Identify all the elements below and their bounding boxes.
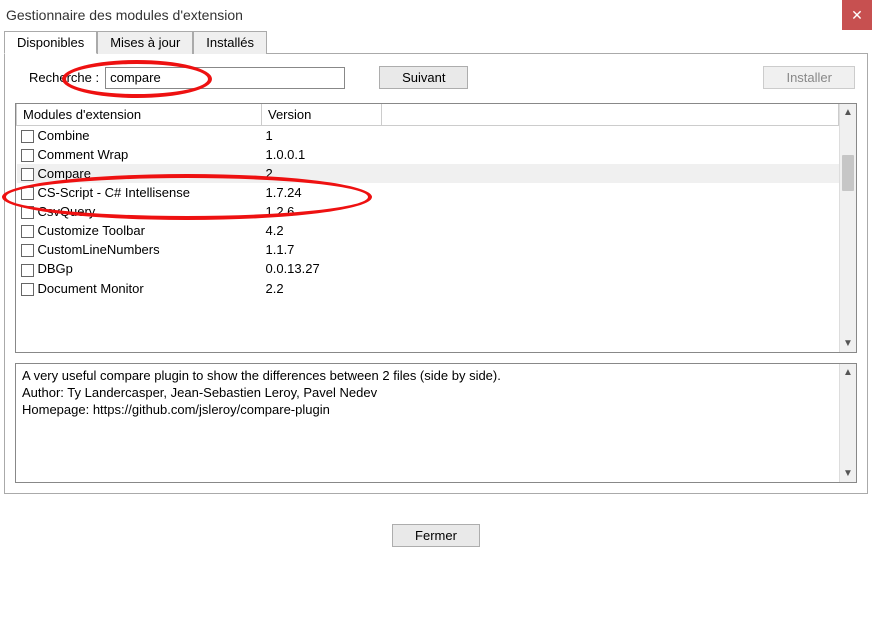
col-header-blank bbox=[382, 104, 839, 126]
tab-installed[interactable]: Installés bbox=[193, 31, 267, 54]
plugin-name: Comment Wrap bbox=[38, 147, 129, 162]
plugin-checkbox[interactable] bbox=[21, 264, 34, 277]
table-row[interactable]: Customize Toolbar 4.2 bbox=[17, 221, 839, 240]
plugin-checkbox[interactable] bbox=[21, 225, 34, 238]
tab-strip: Disponibles Mises à jour Installés bbox=[4, 30, 872, 53]
search-label: Recherche : bbox=[29, 70, 99, 85]
close-icon: ✕ bbox=[851, 7, 863, 24]
plugin-checkbox[interactable] bbox=[21, 283, 34, 296]
plugin-version-cell: 1.7.24 bbox=[262, 183, 382, 202]
plugin-name-cell: DBGp bbox=[17, 259, 262, 278]
table-row[interactable]: CustomLineNumbers 1.1.7 bbox=[17, 240, 839, 259]
table-scrollbar[interactable]: ▲ ▼ bbox=[839, 104, 856, 352]
plugin-name-cell: Comment Wrap bbox=[17, 145, 262, 164]
plugin-name-cell: CS-Script - C# Intellisense bbox=[17, 183, 262, 202]
table-row[interactable]: Combine 1 bbox=[17, 126, 839, 146]
plugin-name-cell: CsvQuery bbox=[17, 202, 262, 221]
table-row[interactable]: Document Monitor 2.2 bbox=[17, 279, 839, 298]
tab-available[interactable]: Disponibles bbox=[4, 31, 97, 54]
plugin-checkbox[interactable] bbox=[21, 168, 34, 181]
col-header-version[interactable]: Version bbox=[262, 104, 382, 126]
titlebar: Gestionnaire des modules d'extension ✕ bbox=[0, 0, 872, 30]
plugin-name: CsvQuery bbox=[38, 204, 96, 219]
scroll-up-icon[interactable]: ▲ bbox=[840, 104, 856, 121]
plugin-version-cell: 1.0.0.1 bbox=[262, 145, 382, 164]
plugin-table-wrap: Modules d'extension Version Combine1Comm… bbox=[15, 103, 857, 353]
table-row[interactable]: Comment Wrap 1.0.0.1 bbox=[17, 145, 839, 164]
desc-scrollbar[interactable]: ▲ ▼ bbox=[839, 364, 856, 482]
plugin-name: Customize Toolbar bbox=[38, 223, 145, 238]
plugin-name-cell: Compare bbox=[17, 164, 262, 183]
search-row: Recherche : Suivant Installer bbox=[15, 66, 857, 89]
plugin-name: Document Monitor bbox=[38, 281, 144, 296]
install-button: Installer bbox=[763, 66, 855, 89]
panel: Recherche : Suivant Installer Modules d'… bbox=[4, 53, 868, 494]
scroll-thumb[interactable] bbox=[842, 155, 854, 191]
plugin-version-cell: 2.2 bbox=[262, 279, 382, 298]
scroll-down-icon[interactable]: ▼ bbox=[840, 335, 856, 352]
plugin-name-cell: Customize Toolbar bbox=[17, 221, 262, 240]
table-row[interactable]: CS-Script - C# Intellisense 1.7.24 bbox=[17, 183, 839, 202]
table-row[interactable]: DBGp 0.0.13.27 bbox=[17, 259, 839, 278]
plugin-name: Compare bbox=[38, 166, 91, 181]
plugin-name: CS-Script - C# Intellisense bbox=[38, 185, 190, 200]
plugin-name: Combine bbox=[38, 128, 90, 143]
window-title: Gestionnaire des modules d'extension bbox=[6, 7, 842, 23]
plugin-checkbox[interactable] bbox=[21, 244, 34, 257]
plugin-table: Modules d'extension Version Combine1Comm… bbox=[16, 104, 839, 298]
next-button[interactable]: Suivant bbox=[379, 66, 468, 89]
plugin-checkbox[interactable] bbox=[21, 187, 34, 200]
close-button[interactable]: ✕ bbox=[842, 0, 872, 30]
col-header-name[interactable]: Modules d'extension bbox=[17, 104, 262, 126]
plugin-name-cell: CustomLineNumbers bbox=[17, 240, 262, 259]
description-box: A very useful compare plugin to show the… bbox=[15, 363, 857, 483]
plugin-name: CustomLineNumbers bbox=[38, 242, 160, 257]
plugin-checkbox[interactable] bbox=[21, 130, 34, 143]
plugin-version-cell: 1 bbox=[262, 126, 382, 146]
footer: Fermer bbox=[0, 524, 872, 547]
plugin-name-cell: Combine bbox=[17, 126, 262, 146]
search-input[interactable] bbox=[105, 67, 345, 89]
plugin-name-cell: Document Monitor bbox=[17, 279, 262, 298]
tab-updates[interactable]: Mises à jour bbox=[97, 31, 193, 54]
scroll-track[interactable] bbox=[840, 121, 856, 335]
plugin-version-cell: 2 bbox=[262, 164, 382, 183]
scroll-up-icon[interactable]: ▲ bbox=[840, 364, 856, 381]
table-row[interactable]: Compare 2 bbox=[17, 164, 839, 183]
close-dialog-button[interactable]: Fermer bbox=[392, 524, 480, 547]
plugin-version-cell: 4.2 bbox=[262, 221, 382, 240]
plugin-version-cell: 1.2.6 bbox=[262, 202, 382, 221]
plugin-version-cell: 0.0.13.27 bbox=[262, 259, 382, 278]
plugin-checkbox[interactable] bbox=[21, 149, 34, 162]
table-row[interactable]: CsvQuery 1.2.6 bbox=[17, 202, 839, 221]
scroll-down-icon[interactable]: ▼ bbox=[840, 465, 856, 482]
plugin-version-cell: 1.1.7 bbox=[262, 240, 382, 259]
plugin-name: DBGp bbox=[38, 261, 73, 276]
plugin-checkbox[interactable] bbox=[21, 206, 34, 219]
scroll-track[interactable] bbox=[840, 381, 856, 465]
description-text: A very useful compare plugin to show the… bbox=[16, 364, 839, 482]
